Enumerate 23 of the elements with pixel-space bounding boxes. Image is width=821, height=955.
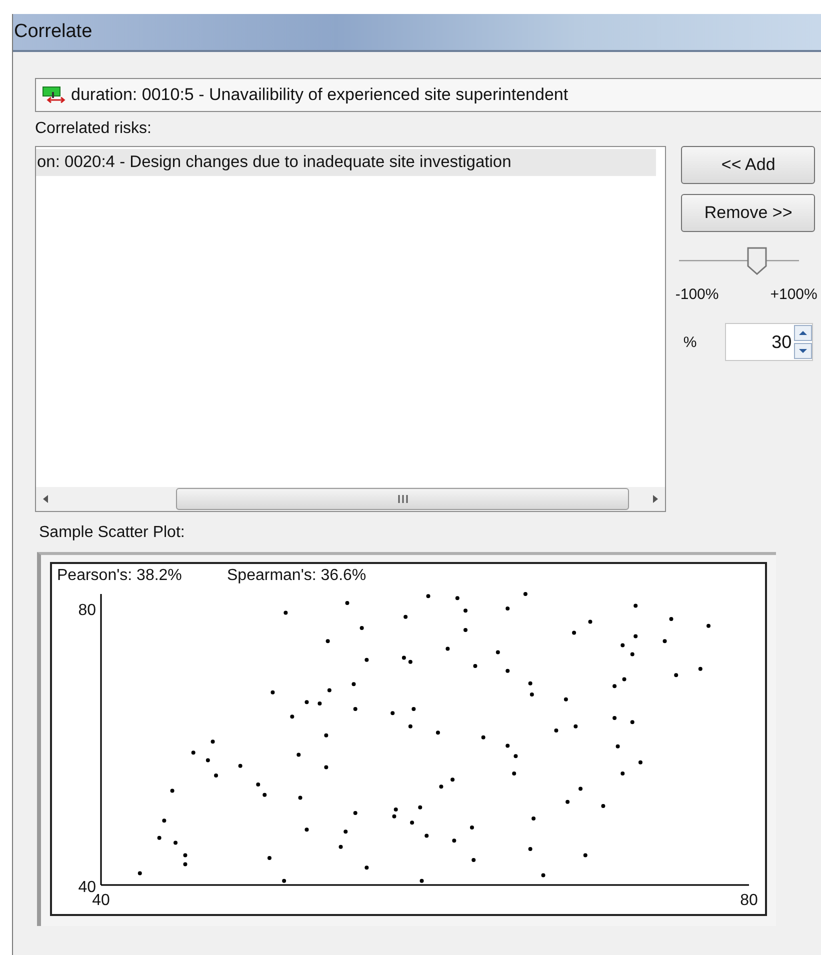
link-icon <box>42 86 68 104</box>
statistic-label: Spearman's: 36.6% <box>227 567 366 584</box>
min-label: -100% <box>675 286 719 303</box>
list-item[interactable]: on: 0020:4 - Design changes due to inadequate site investigation <box>36 149 656 176</box>
scroll-thumb[interactable] <box>176 488 630 510</box>
horizontal-scrollbar[interactable] <box>36 487 666 511</box>
plot-label: Sample Scatter Plot: <box>39 524 185 543</box>
risk-name: duration: 0010:5 - Unavailibility of experienced site superintendent <box>71 85 568 105</box>
risk-list[interactable]: on: 0020:4 - Design changes due to inadequate site investigation <box>35 146 666 512</box>
tick-label: 80 <box>740 892 758 909</box>
list-label: Correlated risks: <box>35 120 152 139</box>
statistic-label: Pearson's: 38.2% <box>57 567 182 584</box>
max-label: +100% <box>770 286 818 303</box>
tick-label: 80 <box>78 602 96 619</box>
push-button[interactable]: << Add <box>681 146 816 184</box>
unit-label: % <box>683 334 697 350</box>
push-button[interactable]: Remove >> <box>681 194 816 232</box>
grip-icon <box>396 494 410 504</box>
spin-down-icon[interactable] <box>794 343 812 359</box>
spin-up-icon[interactable] <box>794 325 812 341</box>
percent-spinner[interactable]: 30 <box>724 323 813 361</box>
window-title: Correlate <box>13 21 92 43</box>
slider-thumb[interactable] <box>746 246 768 276</box>
